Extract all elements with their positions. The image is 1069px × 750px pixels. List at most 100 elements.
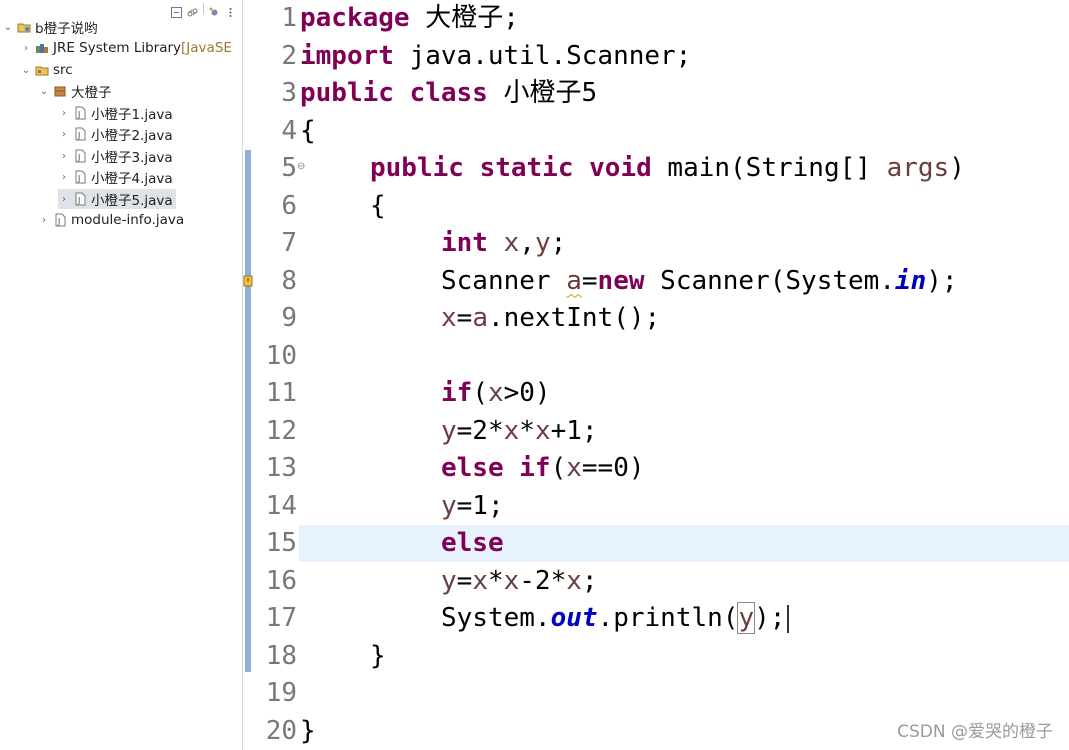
code-line[interactable]: y=2*x*x+1; bbox=[441, 413, 598, 451]
code-text: } bbox=[300, 715, 316, 746]
code-text: , bbox=[519, 228, 535, 258]
static-field: in bbox=[894, 265, 927, 296]
code-text: ( bbox=[550, 453, 567, 483]
code-text: ( bbox=[472, 378, 488, 408]
variable: x bbox=[534, 415, 551, 446]
keyword: new bbox=[597, 265, 645, 296]
code-editor[interactable]: 1 2 3 4 5 ⊖ 6 7 8 9 10 11 12 13 14 15 16… bbox=[243, 0, 1069, 750]
link-with-editor-icon[interactable] bbox=[187, 3, 198, 16]
line-number: 1 bbox=[281, 3, 297, 33]
code-line[interactable]: System.out.println(y); bbox=[441, 600, 790, 638]
code-line[interactable]: public class 小橙子5 bbox=[300, 75, 597, 113]
variable: x bbox=[503, 228, 520, 258]
tree-item-module-info[interactable]: › J module-info.java bbox=[38, 210, 187, 230]
tree-item-file[interactable]: › J 小橙子2.java bbox=[58, 124, 176, 144]
code-line[interactable]: package 大橙子; bbox=[300, 0, 519, 38]
line-number: 9 bbox=[281, 303, 297, 333]
tree-item-label: 小橙子1.java bbox=[91, 107, 173, 123]
chevron-down-icon[interactable]: ⌄ bbox=[2, 22, 14, 33]
svg-text:J: J bbox=[77, 110, 80, 119]
code-text: Scanner bbox=[441, 265, 567, 296]
code-text: >0) bbox=[503, 378, 551, 408]
java-file-icon: J bbox=[73, 192, 87, 206]
variable: x bbox=[441, 303, 457, 333]
chevron-right-icon[interactable]: › bbox=[58, 194, 70, 205]
library-icon bbox=[35, 41, 49, 55]
code-line[interactable]: import java.util.Scanner; bbox=[300, 38, 691, 76]
variable: y bbox=[441, 490, 457, 521]
focus-icon[interactable] bbox=[209, 3, 220, 15]
variable: y bbox=[441, 415, 457, 446]
line-number: 4 bbox=[281, 115, 297, 146]
variable: x bbox=[503, 565, 520, 596]
jre-version-label: [JavaSE bbox=[181, 40, 232, 56]
chevron-right-icon[interactable]: › bbox=[20, 43, 32, 54]
code-line[interactable]: x=a.nextInt(); bbox=[441, 300, 660, 338]
code-line[interactable]: { bbox=[300, 113, 316, 151]
code-line-current[interactable]: else bbox=[441, 525, 504, 563]
variable-warning: a bbox=[566, 265, 582, 296]
code-text: +1; bbox=[550, 415, 598, 446]
line-number: 16 bbox=[265, 565, 297, 596]
chevron-down-icon[interactable]: ⌄ bbox=[38, 86, 50, 97]
code-line[interactable]: y=x*x-2*x; bbox=[441, 563, 598, 601]
chevron-right-icon[interactable]: › bbox=[38, 215, 50, 226]
code-line[interactable]: { bbox=[370, 188, 386, 226]
view-menu-icon[interactable] bbox=[225, 3, 236, 17]
watermark: CSDN @爱哭的橙子 bbox=[897, 722, 1053, 742]
code-line[interactable]: } bbox=[300, 713, 316, 750]
tree-item-file-selected[interactable]: › J 小橙子5.java bbox=[58, 189, 176, 209]
tree-item-file[interactable]: › J 小橙子3.java bbox=[58, 146, 176, 166]
tree-item-project[interactable]: ⌄ b橙子说哟 bbox=[2, 17, 101, 37]
svg-text:J: J bbox=[57, 217, 60, 226]
line-number: 15 bbox=[265, 528, 297, 558]
code-line[interactable]: y=1; bbox=[441, 488, 504, 526]
line-number: 3 bbox=[281, 78, 297, 108]
code-line[interactable]: Scanner a=new Scanner(System.in); bbox=[441, 263, 958, 301]
java-file-icon: J bbox=[73, 170, 87, 184]
tree-item-label: 小橙子2.java bbox=[91, 128, 173, 144]
line-number: 12 bbox=[265, 415, 297, 446]
fold-minus-icon[interactable]: ⊖ bbox=[297, 161, 305, 172]
code-text: * bbox=[487, 565, 504, 596]
code-line[interactable]: } bbox=[370, 638, 386, 676]
tree-item-label: JRE System Library bbox=[53, 40, 182, 56]
tree-item-package[interactable]: ⌄ 大橙子 bbox=[38, 81, 115, 101]
chevron-right-icon[interactable]: › bbox=[58, 129, 70, 140]
tree-item-label: src bbox=[53, 62, 73, 78]
line-number-gutter: 1 2 3 4 5 ⊖ 6 7 8 9 10 11 12 13 14 15 16… bbox=[251, 0, 306, 750]
source-folder-icon bbox=[35, 63, 49, 77]
code-text: =1; bbox=[456, 490, 504, 521]
chevron-down-icon[interactable]: ⌄ bbox=[20, 65, 32, 76]
java-file-icon: J bbox=[73, 127, 87, 141]
keyword: else if bbox=[441, 453, 551, 483]
line-number: 17 bbox=[265, 603, 297, 633]
svg-text:J: J bbox=[77, 131, 80, 140]
tree-item-src[interactable]: ⌄ src bbox=[20, 60, 76, 80]
variable: a bbox=[472, 303, 488, 333]
tree-item-jre-system-library[interactable]: › JRE System Library [JavaSE bbox=[20, 38, 235, 58]
tree-item-file[interactable]: › J 小橙子1.java bbox=[58, 103, 176, 123]
code-text: .nextInt(); bbox=[487, 303, 661, 333]
chevron-right-icon[interactable]: › bbox=[58, 172, 70, 183]
chevron-right-icon[interactable]: › bbox=[58, 151, 70, 162]
code-text: java.util.Scanner; bbox=[393, 40, 692, 71]
keyword: import bbox=[300, 40, 394, 71]
current-line-highlight bbox=[299, 525, 1069, 562]
code-line[interactable]: else if(x==0) bbox=[441, 450, 645, 488]
tree-item-file[interactable]: › J 小橙子4.java bbox=[58, 167, 176, 187]
code-text: .println( bbox=[597, 603, 739, 633]
code-line[interactable]: public static void main(String[] args) bbox=[370, 150, 965, 188]
code-text: =2* bbox=[456, 415, 504, 446]
variable: x bbox=[566, 565, 582, 596]
line-number: 20 bbox=[265, 715, 297, 746]
package-explorer: ⌄ b橙子说哟 › JRE System Library [JavaSE ⌄ s… bbox=[0, 0, 243, 750]
tree-item-label: module-info.java bbox=[71, 212, 185, 228]
code-line[interactable]: int x,y; bbox=[441, 225, 566, 263]
chevron-right-icon[interactable]: › bbox=[58, 108, 70, 119]
collapse-all-icon[interactable] bbox=[171, 3, 182, 18]
code-line[interactable]: if(x>0) bbox=[441, 375, 551, 413]
line-number: 10 bbox=[265, 340, 297, 371]
code-text: { bbox=[300, 115, 316, 146]
